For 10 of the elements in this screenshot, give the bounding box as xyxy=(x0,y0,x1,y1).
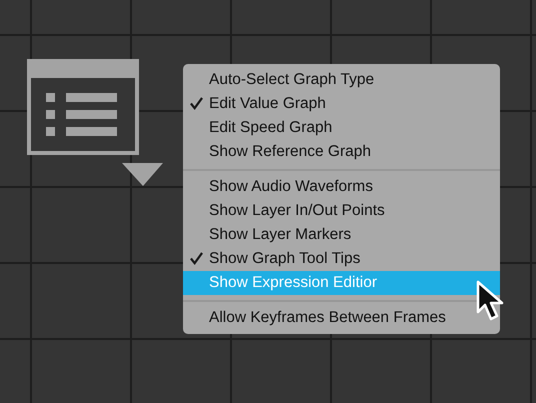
menu-item[interactable]: Show Layer Markers xyxy=(183,223,500,247)
menu-item[interactable]: Edit Speed Graph xyxy=(183,116,500,140)
menu-item[interactable]: Show Layer In/Out Points xyxy=(183,199,500,223)
menu-item[interactable]: Auto-Select Graph Type xyxy=(183,68,500,92)
menu-item[interactable]: Allow Keyframes Between Frames xyxy=(183,306,500,330)
menu-item[interactable]: Show Audio Waveforms xyxy=(183,175,500,199)
list-menu-icon[interactable] xyxy=(27,59,164,186)
menu-item[interactable]: Show Graph Tool Tips xyxy=(183,247,500,271)
menu-item[interactable]: Show Reference Graph xyxy=(183,140,500,164)
menu-item[interactable]: Edit Value Graph xyxy=(183,92,500,116)
